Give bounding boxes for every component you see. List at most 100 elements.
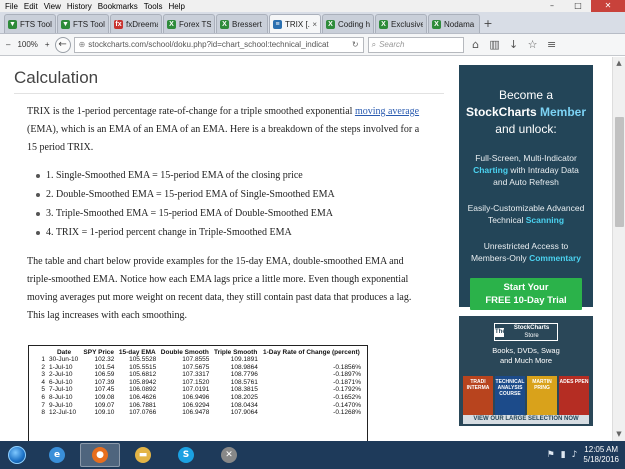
table-cell: 109.07 — [94, 401, 115, 409]
maximize-button[interactable]: □ — [565, 0, 591, 12]
view-selection-button[interactable]: VIEW OUR LARGE SELECTION NOW — [463, 415, 589, 424]
ad-feature-scanning: Easily-Customizable Advanced Technical S… — [459, 202, 593, 226]
ad-line-2: StockCharts Member — [459, 104, 593, 121]
browser-tab[interactable]: XForex TS... — [163, 14, 215, 33]
table-cell: 109.10 — [94, 409, 115, 417]
reload-icon[interactable]: ↻ — [352, 40, 359, 49]
taskbar-app-ie[interactable]: e — [37, 443, 77, 467]
taskbar-app-folder[interactable]: ▬ — [123, 443, 163, 467]
bookmark-icon[interactable]: ☆ — [527, 38, 539, 51]
home-icon[interactable]: ⌂ — [470, 38, 482, 51]
table-cell: 106.9294 — [182, 401, 210, 409]
store-logo-mark: The — [495, 327, 506, 337]
store-ad[interactable]: The StockCharts Store Books, DVDs, Swag … — [459, 316, 593, 426]
menu-item-bookmarks[interactable]: Bookmarks — [95, 2, 141, 11]
scroll-down-icon[interactable]: ▼ — [613, 428, 625, 441]
tab-strip: ▼FTS Tool...▼FTS Tool...fxfxDreema...XFo… — [0, 12, 625, 34]
title-divider — [14, 93, 444, 94]
taskbar-app-skype[interactable]: S — [166, 443, 206, 467]
bullet — [36, 230, 40, 235]
browser-tab[interactable]: XBressert ... — [216, 14, 268, 33]
moving-average-link[interactable]: moving average — [355, 106, 419, 117]
taskbar-app-tool[interactable]: ✕ — [209, 443, 249, 467]
step-text: 2. Double-Smoothed EMA = 15-period EMA o… — [46, 189, 335, 200]
table-cell: 106.4626 — [129, 393, 157, 401]
table-body: 1 30-Jun-10 102.32 105.5528 107.8555 109.1891… — [33, 356, 363, 417]
table-cell: 107.45 — [94, 386, 115, 394]
table-cell: 1-Jul-10 — [49, 363, 73, 371]
search-input[interactable]: ⌕ Search — [367, 36, 464, 53]
back-arrow-icon: ← — [58, 39, 67, 50]
menu-item-edit[interactable]: Edit — [21, 2, 41, 11]
ad-member: Member — [540, 105, 587, 119]
volume-icon[interactable]: ♪ — [572, 450, 578, 460]
menu-item-file[interactable]: File — [2, 2, 21, 11]
feature-highlight: Commentary — [529, 253, 582, 263]
scroll-thumb[interactable] — [615, 117, 624, 227]
download-icon[interactable]: ↓ — [508, 38, 520, 51]
menu-item-view[interactable]: View — [41, 2, 64, 11]
free-trial-button[interactable]: Start Your FREE 10-Day Trial — [470, 278, 582, 310]
close-tab-icon[interactable]: × — [310, 20, 317, 29]
table-cell: 106.9496 — [182, 393, 210, 401]
table-cell: 106.9478 — [182, 409, 210, 417]
taskbar: e ● ▬ S ✕ ⚑ ▮ ♪ 12:05 AM 5/18/2016 — [0, 441, 625, 469]
bullet — [36, 192, 40, 197]
browser-tab[interactable]: XNodama ... — [428, 14, 480, 33]
browser-tab[interactable]: ▼FTS Tool... — [57, 14, 109, 33]
scroll-up-icon[interactable]: ▲ — [613, 57, 625, 70]
browser-tab[interactable]: XCoding h... — [322, 14, 374, 33]
library-icon[interactable]: ▥ — [489, 38, 501, 51]
minimize-button[interactable]: – — [539, 0, 565, 12]
column-header: 1-Day Rate of Change (percent) — [263, 349, 360, 356]
table-cell: 108.3815 — [230, 386, 258, 394]
menu-item-history[interactable]: History — [64, 2, 95, 11]
table-header-row: Date SPY Price 15-day EMA Double Smooth Trip… — [33, 349, 363, 356]
book-cover: TECHNICAL ANALYSIS COURSE — [495, 376, 525, 416]
table-row: 1 30-Jun-10 102.32 105.5528 107.8555 109.1891 — [33, 356, 363, 364]
table-row: 5 7-Jul-10 107.45 106.0892 107.0191 108.3815 -… — [33, 386, 363, 394]
flag-icon[interactable]: ⚑ — [547, 450, 555, 460]
url-text: stockcharts.com/school/doku.php?id=chart… — [88, 40, 329, 49]
menu-icon[interactable]: ≡ — [546, 38, 558, 51]
menu-item-help[interactable]: Help — [165, 2, 187, 11]
zoom-out-button[interactable]: – — [4, 40, 12, 49]
list-item: 2. Double-Smoothed EMA = 15-period EMA o… — [36, 185, 416, 204]
network-icon[interactable]: ▮ — [561, 450, 566, 460]
table-cell: 101.54 — [94, 363, 115, 371]
new-tab-button[interactable]: + — [481, 14, 495, 33]
menu-item-tools[interactable]: Tools — [141, 2, 166, 11]
feature-highlight: Scanning — [525, 215, 565, 225]
taskbar-app-firefox[interactable]: ● — [80, 443, 120, 467]
close-button[interactable]: ✕ — [591, 0, 625, 12]
page-scrollbar[interactable]: ▲ ▼ — [612, 57, 625, 441]
ad-line-1: Become a — [498, 88, 554, 102]
step-text: 4. TRIX = 1-period percent change in Tri… — [46, 227, 292, 238]
back-button[interactable]: ← — [54, 36, 71, 53]
table-cell: 4 — [41, 378, 45, 386]
url-bar[interactable]: ⊕ stockcharts.com/school/doku.php?id=cha… — [73, 36, 364, 53]
clock[interactable]: 12:05 AM 5/18/2016 — [583, 445, 619, 465]
browser-tab[interactable]: fxfxDreema... — [110, 14, 162, 33]
zoom-level[interactable]: 100% — [15, 40, 39, 49]
table-row: 3 2-Jul-10 106.59 105.6812 107.3317 108.7796 -… — [33, 371, 363, 379]
membership-ad[interactable]: Become a StockCharts Member and unlock: … — [459, 65, 593, 310]
list-item: 3. Triple-Smoothed EMA = 15-period EMA o… — [36, 204, 416, 223]
table-cell: 5 — [41, 386, 45, 394]
toolbar-icons: ⌂ ▥ ↓ ☆ ≡ — [470, 38, 558, 51]
table-cell: -0.1470% — [333, 401, 361, 409]
table-row: 2 1-Jul-10 101.54 105.5515 107.5675 108.9864 -… — [33, 364, 363, 372]
table-cell: 105.8942 — [129, 378, 157, 386]
browser-tab[interactable]: ▼FTS Tool... — [4, 14, 56, 33]
tab-label: Forex TS... — [179, 19, 211, 29]
menu-items: File Edit View History Bookmarks Tools Help — [0, 2, 188, 11]
store-logo-brand: StockCharts — [513, 325, 550, 331]
column-header: Double Smooth — [160, 349, 209, 356]
browser-tab[interactable]: ≡TRIX [...× — [269, 14, 321, 33]
zoom-in-button[interactable]: + — [43, 40, 52, 49]
feature-text: Full-Screen, Multi-Indicator — [475, 153, 577, 163]
table-cell: 1 — [41, 356, 45, 363]
start-button[interactable] — [0, 441, 34, 469]
browser-tab[interactable]: XExclusive ... — [375, 14, 427, 33]
cta-line-2: FREE 10-Day Trial — [485, 295, 567, 306]
